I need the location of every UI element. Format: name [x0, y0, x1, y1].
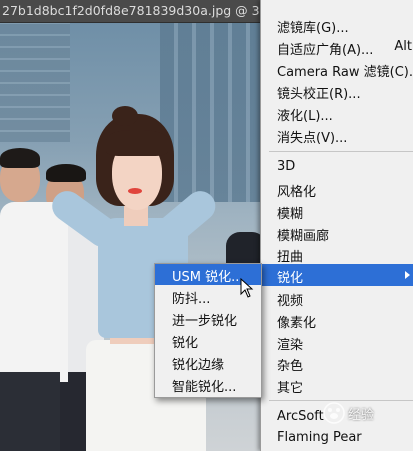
menu-item-adaptive-wide-angle[interactable]: 自适应广角(A)... Alt: [261, 36, 413, 58]
submenu-item-label: 锐化: [172, 336, 199, 351]
submenu-item-label: 锐化边缘: [172, 358, 225, 373]
menu-item-video[interactable]: 视频: [261, 287, 413, 309]
menu-item-label: 其它: [277, 381, 304, 396]
bystander-left-legs: [0, 372, 60, 451]
menu-item-noise[interactable]: 杂色: [261, 352, 413, 374]
menu-item-label: 风格化: [277, 185, 317, 200]
menu-item-label: 渲染: [277, 338, 304, 353]
menu-item-label: 锐化: [277, 271, 304, 286]
menu-item-blur[interactable]: 模糊: [261, 200, 413, 222]
watermark-text: 经验: [348, 408, 375, 423]
submenu-item-smart-sharpen[interactable]: 智能锐化...: [155, 374, 261, 395]
menu-item-other[interactable]: 其它: [261, 374, 413, 396]
menu-item-label: 3D: [277, 159, 296, 174]
watermark: 经验: [322, 400, 394, 426]
menu-item-camera-raw[interactable]: Camera Raw 滤镜(C)...: [261, 58, 413, 80]
submenu-item-sharpen-more[interactable]: 进一步锐化: [155, 308, 261, 329]
menu-item-label: 像素化: [277, 316, 317, 331]
subject-hair-bun: [112, 106, 138, 126]
menu-item-sharpen[interactable]: 锐化: [261, 264, 413, 286]
menu-item-stylize[interactable]: 风格化: [261, 178, 413, 200]
submenu-arrow-icon: [405, 271, 410, 279]
bystander-left-body: [0, 202, 68, 382]
bystander-hair: [46, 164, 86, 182]
submenu-item-label: 防抖...: [172, 292, 211, 307]
menu-item-lens-correction[interactable]: 镜头校正(R)...: [261, 80, 413, 102]
document-tab-bar: 27b1d8bc1f2d0fd8e781839d30a.jpg @ 33.3%(: [0, 0, 296, 23]
watermark-paw-icon: [323, 402, 345, 424]
menu-item-distort[interactable]: 扭曲: [261, 243, 413, 265]
submenu-item-sharpen[interactable]: 锐化: [155, 330, 261, 351]
menu-item-3d[interactable]: 3D: [261, 156, 413, 178]
menu-item-label: 扭曲: [277, 250, 304, 265]
menu-item-label: 视频: [277, 294, 304, 309]
menu-item-label: 滤镜库(G)...: [277, 21, 349, 36]
menu-item-label: 杂色: [277, 359, 304, 374]
submenu-item-label: USM 锐化...: [172, 270, 244, 285]
submenu-item-label: 进一步锐化: [172, 314, 238, 329]
menu-item-label: ArcSoft: [277, 409, 324, 424]
menu-item-blur-gallery[interactable]: 模糊画廊: [261, 222, 413, 244]
submenu-item-sharpen-edges[interactable]: 锐化边缘: [155, 352, 261, 373]
menu-item-shortcut: Alt: [394, 39, 412, 54]
menu-item-filter-gallery[interactable]: 滤镜库(G)...: [261, 14, 413, 36]
menu-separator: [269, 151, 413, 152]
menu-item-label: Flaming Pear: [277, 430, 362, 445]
mouse-pointer-icon: [240, 278, 254, 298]
menu-item-liquify[interactable]: 液化(L)...: [261, 102, 413, 124]
bystander-left-hair: [0, 148, 40, 168]
menu-item-render[interactable]: 渲染: [261, 331, 413, 353]
menu-item-label: 镜头校正(R)...: [277, 87, 361, 102]
subject-lips: [128, 188, 142, 194]
menu-item-pixelate[interactable]: 像素化: [261, 309, 413, 331]
menu-item-label: 模糊画廊: [277, 229, 330, 244]
menu-item-flaming-pear[interactable]: Flaming Pear: [261, 427, 413, 449]
subject-fringe: [106, 130, 168, 156]
menu-item-label: 自适应广角(A)...: [277, 43, 374, 58]
menu-item-vanishing-point[interactable]: 消失点(V)...: [261, 124, 413, 146]
menu-item-label: 液化(L)...: [277, 109, 333, 124]
submenu-item-label: 智能锐化...: [172, 380, 237, 395]
menu-item-label: 模糊: [277, 207, 304, 222]
menu-item-label: Camera Raw 滤镜(C)...: [277, 65, 413, 80]
background-building: [160, 22, 260, 202]
filter-menu: 滤镜库(G)... 自适应广角(A)... Alt Camera Raw 滤镜(…: [260, 0, 413, 451]
background-building-left: [0, 22, 70, 142]
document-tab-title[interactable]: 27b1d8bc1f2d0fd8e781839d30a.jpg @ 33.3%(: [2, 3, 296, 18]
menu-item-label: 消失点(V)...: [277, 131, 348, 146]
